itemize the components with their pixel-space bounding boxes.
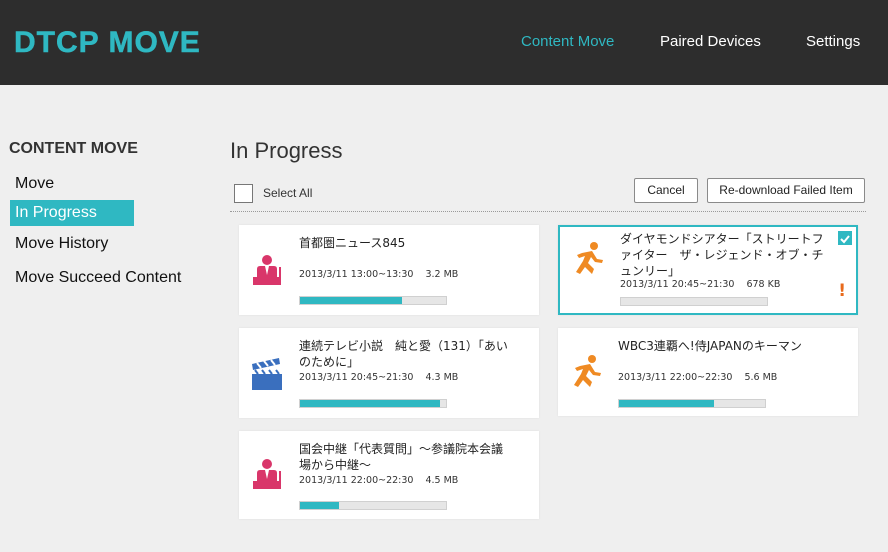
item-title: ダイヤモンドシアター「ストリートファイター ザ・レジェンド・オブ・チュンリー」	[620, 232, 824, 278]
item-title: 首都圏ニュース845	[299, 236, 406, 250]
progress-bar	[299, 501, 447, 510]
progress-bar	[299, 296, 447, 305]
progress-fill	[619, 400, 714, 407]
nav-paired-devices[interactable]: Paired Devices	[660, 33, 761, 50]
divider	[230, 211, 866, 212]
cancel-button[interactable]: Cancel	[634, 178, 698, 203]
content-item-card[interactable]: WBC3連覇へ!侍JAPANのキーマン 2013/3/11 22:00~22:3…	[558, 328, 858, 416]
content-item-card[interactable]: ダイヤモンドシアター「ストリートファイター ザ・レジェンド・オブ・チュンリー」 …	[558, 225, 858, 315]
top-bar: DTCP MOVE Content Move Paired Devices Se…	[0, 0, 888, 85]
item-meta: 2013/3/11 22:00~22:30 4.5 MB	[299, 475, 459, 486]
progress-fill	[300, 297, 403, 304]
item-title: 国会中継「代表質問」～参議院本会議場から中継～	[299, 442, 504, 472]
item-meta: 2013/3/11 20:45~21:30 678 KB	[620, 279, 781, 290]
sidebar-item-move-succeed-content[interactable]: Move Succeed Content	[10, 265, 181, 291]
sidebar-item-move[interactable]: Move	[10, 171, 54, 197]
progress-fill	[300, 502, 340, 509]
app-logo: DTCP MOVE	[14, 26, 201, 60]
error-alert-icon: !	[838, 281, 846, 301]
item-title: WBC3連覇へ!侍JAPANのキーマン	[618, 339, 802, 353]
content-item-card[interactable]: 首都圏ニュース845 2013/3/11 13:00~13:30 3.2 MB	[239, 225, 539, 315]
page-title: In Progress	[230, 138, 343, 163]
select-all-checkbox[interactable]	[234, 184, 253, 203]
item-title: 連続テレビ小説 純と愛（131）「あいのために」	[299, 339, 508, 369]
clapperboard-icon	[249, 356, 285, 392]
select-all-label[interactable]: Select All	[263, 186, 312, 200]
news-presenter-icon	[249, 457, 285, 493]
sidebar-item-move-history[interactable]: Move History	[10, 231, 108, 257]
content-item-card[interactable]: 連続テレビ小説 純と愛（131）「あいのために」 2013/3/11 20:45…	[239, 328, 539, 418]
redownload-failed-button[interactable]: Re-download Failed Item	[707, 178, 865, 203]
progress-fill	[300, 400, 441, 407]
item-checkbox-checked[interactable]	[838, 231, 852, 245]
progress-bar	[618, 399, 766, 408]
nav-settings[interactable]: Settings	[806, 33, 860, 50]
progress-bar	[620, 297, 768, 306]
item-meta: 2013/3/11 22:00~22:30 5.6 MB	[618, 372, 778, 383]
running-figure-icon	[568, 354, 604, 390]
content-item-card[interactable]: 国会中継「代表質問」～参議院本会議場から中継～ 2013/3/11 22:00~…	[239, 431, 539, 519]
item-meta: 2013/3/11 13:00~13:30 3.2 MB	[299, 269, 459, 280]
sidebar-title: CONTENT MOVE	[9, 140, 138, 157]
news-presenter-icon	[249, 253, 285, 289]
nav-content-move[interactable]: Content Move	[521, 33, 614, 50]
progress-bar	[299, 399, 447, 408]
sidebar-item-in-progress[interactable]: In Progress	[10, 200, 134, 226]
item-meta: 2013/3/11 20:45~21:30 4.3 MB	[299, 372, 459, 383]
checkmark-icon	[840, 235, 850, 244]
running-figure-icon	[570, 241, 606, 277]
